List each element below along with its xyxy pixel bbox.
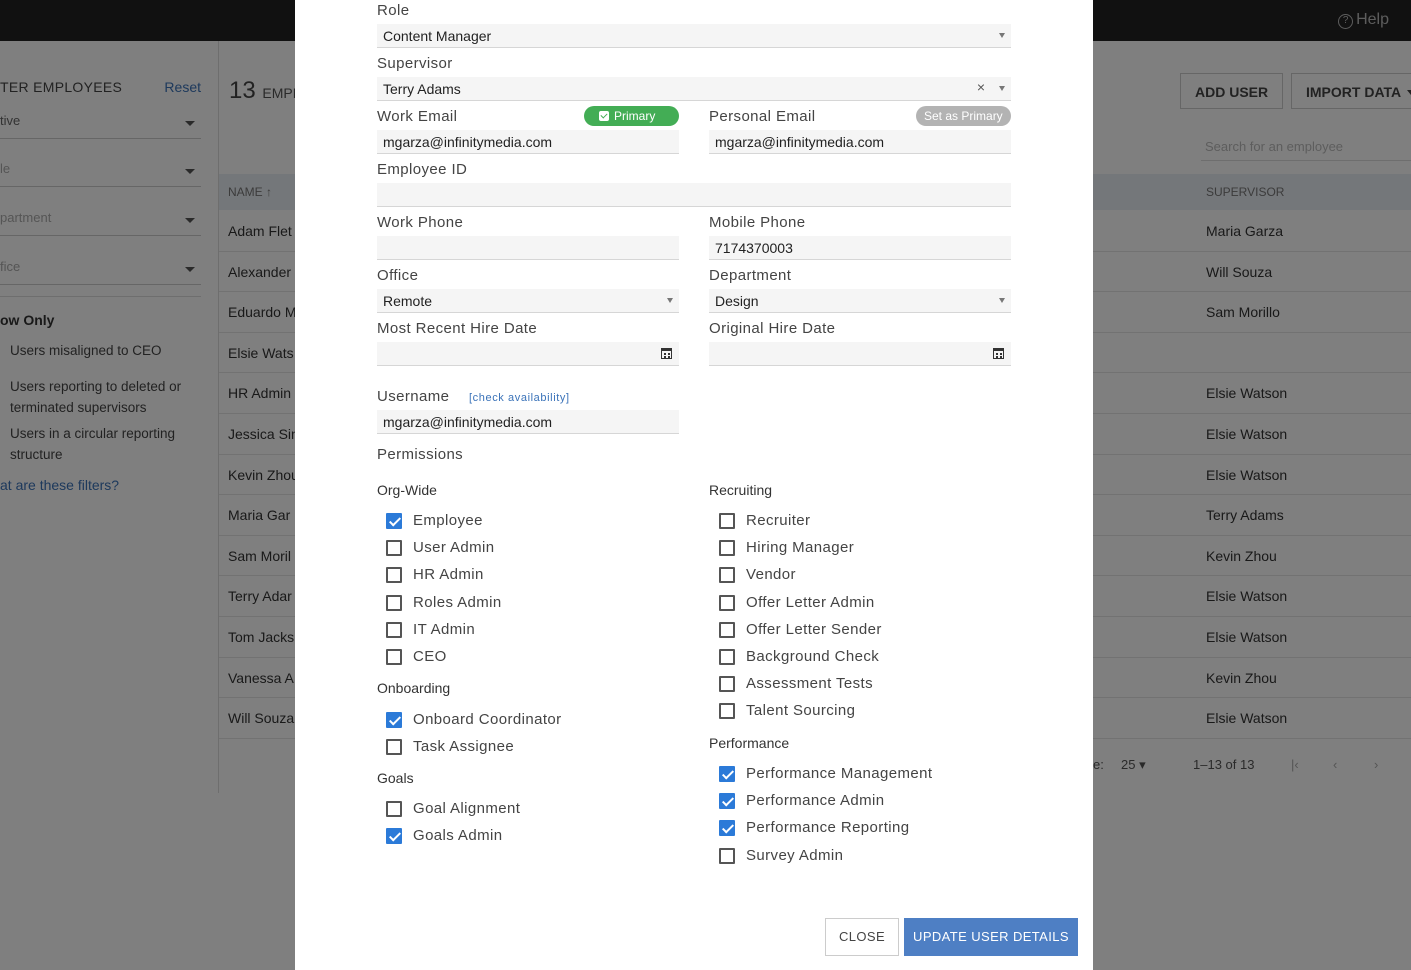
permission-label: Vendor: [746, 566, 796, 584]
office-label: Office: [377, 267, 419, 284]
employee-id-input[interactable]: [377, 183, 1011, 207]
set-as-primary-button[interactable]: Set as Primary: [916, 106, 1011, 126]
onboarding-heading: Onboarding: [377, 680, 451, 696]
permission-label: Talent Sourcing: [746, 702, 856, 720]
checkbox[interactable]: [719, 540, 735, 557]
permission-label: HR Admin: [413, 566, 484, 584]
chevron-down-icon: [999, 33, 1005, 38]
checkbox[interactable]: [719, 793, 735, 810]
checkbox[interactable]: [719, 847, 735, 864]
checkbox[interactable]: [386, 739, 402, 756]
checkbox[interactable]: [386, 712, 402, 728]
permission-label: Performance Management: [746, 765, 933, 782]
checkbox[interactable]: [386, 621, 402, 638]
chevron-down-icon: [999, 298, 1005, 303]
checkbox[interactable]: [719, 649, 735, 665]
supervisor-select[interactable]: Terry Adams ×: [377, 77, 1011, 101]
checkbox[interactable]: [719, 567, 735, 584]
edit-user-modal: Role Content Manager Supervisor Terry Ad…: [295, 0, 1093, 970]
work-email-label: Work Email: [377, 108, 458, 125]
checkbox[interactable]: [386, 828, 402, 845]
checkbox[interactable]: [719, 820, 735, 837]
checkbox[interactable]: [719, 513, 735, 529]
permission-label: Task Assignee: [413, 738, 515, 756]
permission-label: User Admin: [413, 539, 495, 557]
checkbox[interactable]: [386, 649, 402, 665]
chevron-down-icon: [667, 298, 673, 303]
permission-label: Hiring Manager: [746, 539, 855, 557]
permission-label: Offer Letter Sender: [746, 620, 882, 638]
update-user-details-button[interactable]: UPDATE USER DETAILS: [904, 918, 1078, 956]
permission-label: Assessment Tests: [746, 675, 874, 693]
recent-hire-date-label: Most Recent Hire Date: [377, 320, 538, 337]
checkbox[interactable]: [719, 676, 735, 693]
username-label: Username: [377, 388, 450, 405]
permission-label: Background Check: [746, 648, 880, 665]
employee-id-label: Employee ID: [377, 161, 468, 178]
department-label: Department: [709, 267, 792, 284]
clear-icon[interactable]: ×: [977, 79, 985, 95]
performance-heading: Performance: [709, 735, 790, 751]
checkbox[interactable]: [386, 540, 402, 557]
check-icon: [599, 111, 609, 121]
recruiting-heading: Recruiting: [709, 482, 773, 498]
personal-email-label: Personal Email: [709, 108, 816, 125]
permission-label: Roles Admin: [413, 593, 502, 611]
username-input[interactable]: mgarza@infinitymedia.com: [377, 410, 679, 434]
department-select[interactable]: Design: [709, 289, 1011, 313]
personal-email-input[interactable]: mgarza@infinitymedia.com: [709, 130, 1011, 154]
work-email-input[interactable]: mgarza@infinitymedia.com: [377, 130, 679, 154]
work-phone-label: Work Phone: [377, 214, 464, 231]
checkbox[interactable]: [719, 766, 735, 782]
permission-label: Offer Letter Admin: [746, 593, 875, 611]
goals-heading: Goals: [377, 770, 414, 786]
permission-label: Employee: [413, 512, 483, 529]
chevron-down-icon: [999, 86, 1005, 91]
recent-hire-date-input[interactable]: [377, 342, 679, 366]
permission-label: Goals Admin: [413, 827, 503, 845]
checkbox[interactable]: [719, 703, 735, 720]
checkbox[interactable]: [386, 513, 402, 529]
permission-label: Performance Reporting: [746, 819, 910, 837]
checkbox[interactable]: [719, 594, 735, 611]
permissions-heading: Permissions: [377, 446, 464, 463]
permission-label: Goal Alignment: [413, 800, 521, 817]
mobile-phone-input[interactable]: 7174370003: [709, 236, 1011, 260]
check-availability-link[interactable]: [check availability]: [469, 392, 570, 404]
checkbox[interactable]: [386, 594, 402, 611]
permission-label: Recruiter: [746, 512, 811, 529]
original-hire-date-input[interactable]: [709, 342, 1011, 366]
permission-label: IT Admin: [413, 620, 476, 638]
primary-badge: Primary: [584, 106, 679, 126]
org-wide-heading: Org-Wide: [377, 482, 437, 498]
role-label: Role: [377, 2, 410, 19]
mobile-phone-label: Mobile Phone: [709, 214, 806, 231]
original-hire-date-label: Original Hire Date: [709, 320, 836, 337]
supervisor-label: Supervisor: [377, 55, 453, 72]
checkbox[interactable]: [719, 621, 735, 638]
calendar-icon[interactable]: [661, 348, 672, 359]
work-phone-input[interactable]: [377, 236, 679, 260]
permission-label: Onboard Coordinator: [413, 711, 562, 728]
permission-label: CEO: [413, 648, 447, 665]
close-button[interactable]: CLOSE: [825, 918, 899, 956]
checkbox[interactable]: [386, 801, 402, 817]
permission-label: Survey Admin: [746, 846, 844, 864]
permission-label: Performance Admin: [746, 792, 885, 810]
role-select[interactable]: Content Manager: [377, 24, 1011, 48]
checkbox[interactable]: [386, 567, 402, 584]
calendar-icon[interactable]: [993, 348, 1004, 359]
office-select[interactable]: Remote: [377, 289, 679, 313]
